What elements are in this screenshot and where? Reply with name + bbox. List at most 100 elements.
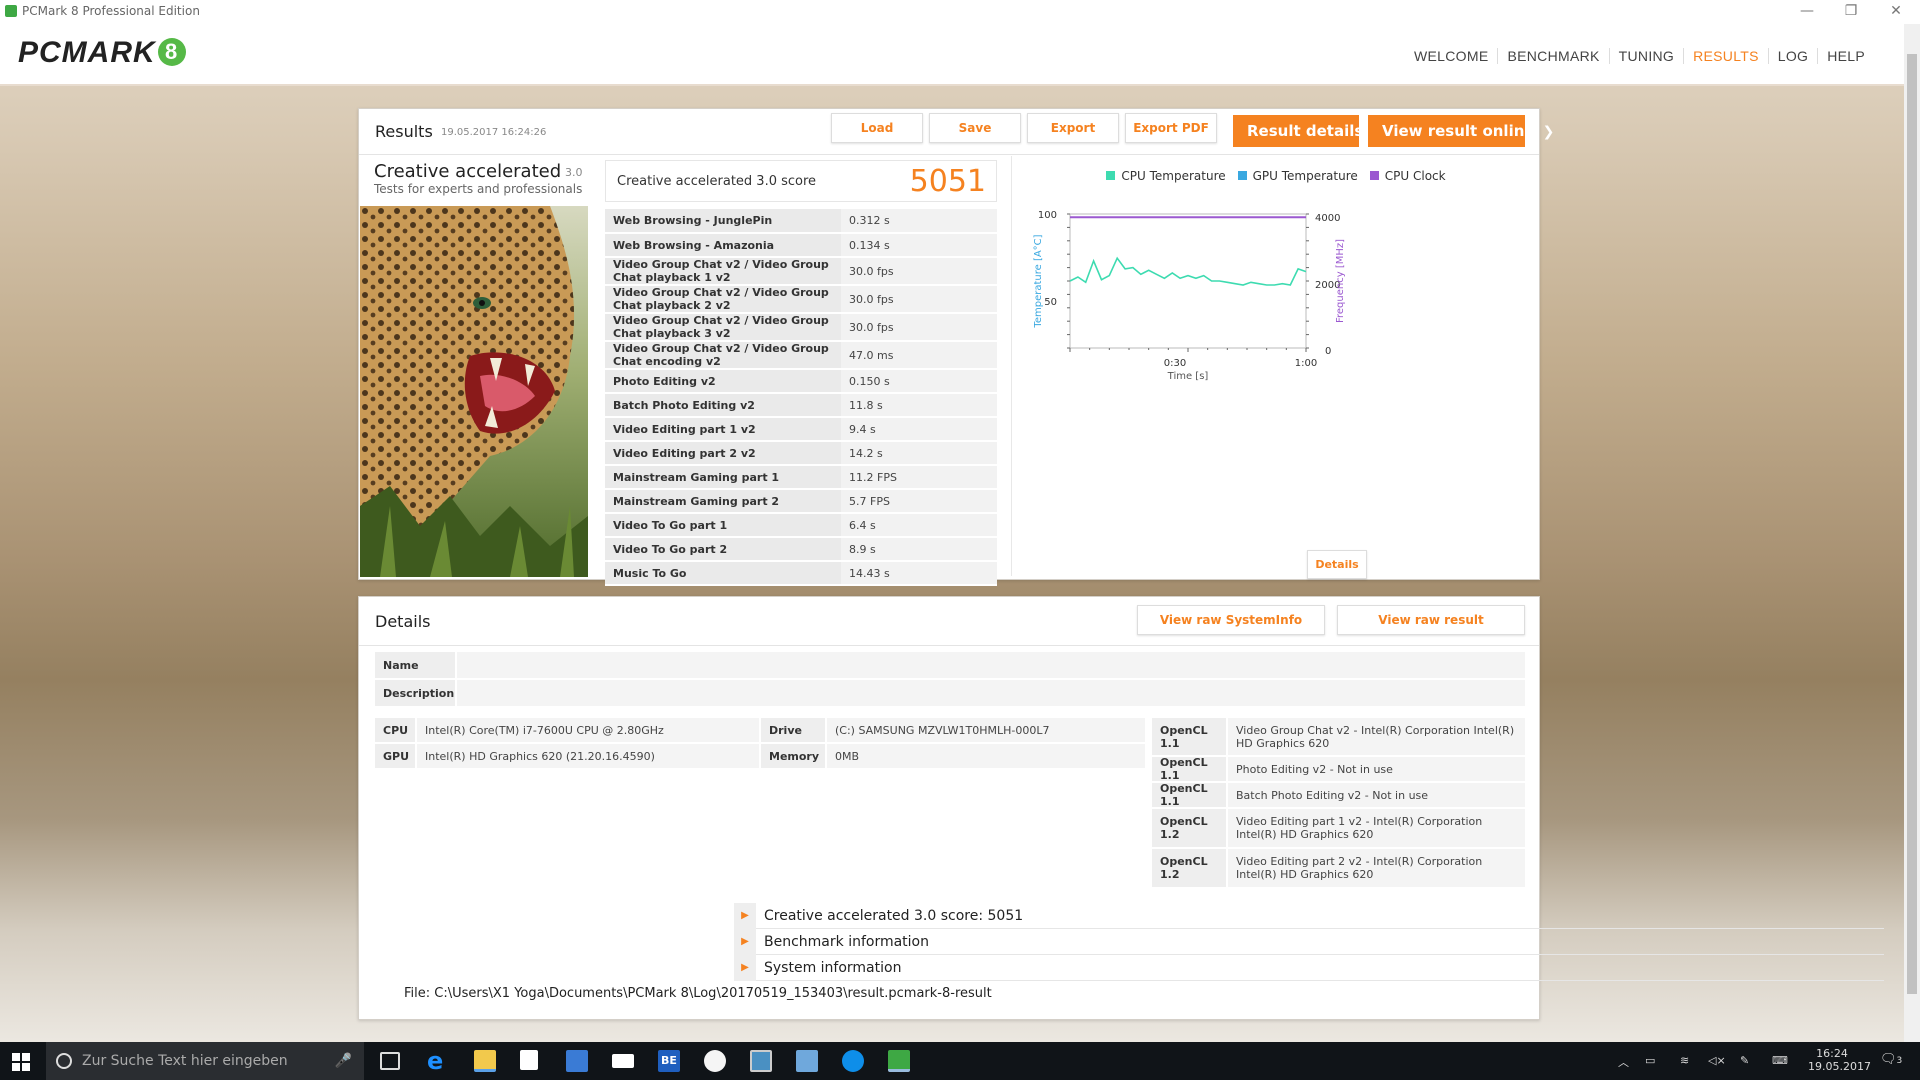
pen-icon[interactable]: ✎: [1740, 1054, 1749, 1067]
test-name-cell: Web Browsing - JunglePin: [605, 209, 841, 234]
table-row: Photo Editing v2 0.150 s: [605, 369, 997, 394]
pcmark-icon[interactable]: [888, 1050, 910, 1072]
test-name-cell: Video Group Chat v2 / Video Group Chat p…: [605, 313, 841, 342]
show-hidden-icons-icon[interactable]: ︿: [1618, 1054, 1629, 1070]
result-details-button[interactable]: Result details❯: [1233, 115, 1383, 147]
mail-icon[interactable]: [612, 1054, 634, 1068]
wifi-icon[interactable]: ≋: [1680, 1054, 1689, 1067]
test-name-cell: Music To Go: [605, 561, 841, 586]
expander-benchmark-information[interactable]: ▶ Benchmark information: [734, 929, 1884, 955]
expand-arrow-icon[interactable]: ▶: [734, 903, 756, 929]
notification-icon[interactable]: 🗨3: [1880, 1052, 1902, 1067]
taskbar-search-input[interactable]: Zur Suche Text hier eingeben 🎤: [46, 1042, 364, 1080]
legend-cpu-clock: CPU Clock: [1369, 169, 1446, 183]
description-value: [457, 680, 1525, 706]
description-label: Description: [375, 680, 455, 706]
details-button[interactable]: Details: [1307, 550, 1367, 579]
test-name: Creative accelerated: [374, 161, 562, 182]
opencl-row: OpenCL 1.1 Batch Photo Editing v2 - Not i…: [1152, 782, 1525, 808]
test-value-cell: 0.134 s: [841, 233, 997, 258]
cpu-value: Intel(R) Core(TM) i7-7600U CPU @ 2.80GHz: [417, 718, 759, 742]
test-name-cell: Video Group Chat v2 / Video Group Chat e…: [605, 341, 841, 370]
keyboard-icon[interactable]: ⌨: [1772, 1054, 1788, 1067]
volume-icon[interactable]: ◁×: [1708, 1054, 1726, 1067]
save-button[interactable]: Save: [929, 113, 1021, 143]
window-title: PCMark 8 Professional Edition: [22, 4, 200, 18]
nav-results[interactable]: RESULTS: [1683, 48, 1768, 64]
monitor-app-icon[interactable]: [750, 1050, 772, 1072]
divider: [359, 154, 1539, 155]
table-row: Video Group Chat v2 / Video Group Chat p…: [605, 257, 997, 286]
y-left-axis-label: Temperature [A°C]: [1033, 234, 1044, 328]
test-name-cell: Video Editing part 2 v2: [605, 441, 841, 466]
test-value-cell: 30.0 fps: [841, 313, 997, 342]
cpu-label: CPU: [375, 718, 415, 742]
legend-cpu-temperature: CPU Temperature: [1106, 169, 1226, 183]
results-table: Web Browsing - JunglePin 0.312 s Web Brows…: [605, 209, 997, 586]
nav-welcome[interactable]: WELCOME: [1405, 48, 1497, 64]
view-raw-result-button[interactable]: View raw result: [1337, 605, 1525, 635]
test-value-cell: 0.150 s: [841, 369, 997, 394]
gpu-label: GPU: [375, 744, 415, 768]
page-scrollbar[interactable]: [1904, 24, 1920, 1042]
opencl-value: Video Group Chat v2 - Intel(R) Corporati…: [1228, 718, 1525, 755]
scrollbar-thumb[interactable]: [1907, 54, 1917, 994]
minimize-button[interactable]: —: [1787, 2, 1827, 20]
opencl-row: OpenCL 1.2 Video Editing part 1 v2 - Inte…: [1152, 809, 1525, 847]
expander-score[interactable]: ▶ Creative accelerated 3.0 score: 5051: [734, 903, 1884, 929]
test-value-cell: 9.4 s: [841, 417, 997, 442]
drive-label: Drive: [761, 718, 825, 742]
plot-area: [1069, 213, 1307, 349]
maximize-button[interactable]: ❐: [1831, 2, 1871, 20]
test-name-cell: Video To Go part 2: [605, 537, 841, 562]
task-view-icon[interactable]: [380, 1052, 400, 1070]
be-app-icon[interactable]: BE: [658, 1050, 680, 1072]
export-button[interactable]: Export: [1027, 113, 1119, 143]
export-pdf-button[interactable]: Export PDF: [1125, 113, 1217, 143]
view-result-online-button[interactable]: View result online ❯: [1368, 115, 1554, 147]
nav-log[interactable]: LOG: [1767, 48, 1817, 64]
table-row: Video Editing part 1 v2 9.4 s: [605, 417, 997, 442]
nav-help[interactable]: HELP: [1817, 48, 1874, 64]
microphone-icon[interactable]: 🎤: [335, 1042, 352, 1080]
opencl-value: Video Editing part 1 v2 - Intel(R) Corpo…: [1228, 809, 1525, 847]
description-row: Description: [375, 680, 1525, 706]
file-explorer-icon[interactable]: [474, 1050, 496, 1072]
nav-tuning[interactable]: TUNING: [1608, 48, 1683, 64]
teamviewer-icon[interactable]: [842, 1050, 864, 1072]
cortana-icon: [56, 1053, 72, 1069]
nav-benchmark[interactable]: BENCHMARK: [1497, 48, 1608, 64]
close-button[interactable]: ✕: [1876, 2, 1916, 20]
opencl-value: Photo Editing v2 - Not in use: [1228, 757, 1525, 781]
name-label: Name: [375, 652, 455, 678]
y-left-tick: 100: [1038, 210, 1057, 221]
load-button[interactable]: Load: [831, 113, 923, 143]
drive-value: (C:) SAMSUNG MZVLW1T0HMLH-000L7: [827, 718, 1145, 742]
edge-icon[interactable]: e: [427, 1049, 449, 1073]
table-row: Music To Go 14.43 s: [605, 561, 997, 586]
test-version: 3.0: [565, 166, 583, 179]
remote-desktop-icon[interactable]: [796, 1050, 818, 1072]
store-icon[interactable]: [520, 1050, 538, 1070]
expand-arrow-icon[interactable]: ▶: [734, 955, 756, 981]
results-title: Results: [375, 122, 433, 141]
score-label: Creative accelerated 3.0 score: [617, 174, 817, 189]
table-row: Web Browsing - JunglePin 0.312 s: [605, 209, 997, 234]
y-right-tick: 4000: [1315, 213, 1340, 224]
paint-icon[interactable]: [704, 1050, 726, 1072]
table-row: Video Group Chat v2 / Video Group Chat p…: [605, 313, 997, 342]
clock[interactable]: 16:24 19.05.2017: [1808, 1047, 1871, 1073]
calculator-icon[interactable]: [566, 1050, 588, 1072]
expander-system-information[interactable]: ▶ System information: [734, 955, 1884, 981]
test-value-cell: 6.4 s: [841, 513, 997, 538]
legend-gpu-temperature: GPU Temperature: [1237, 169, 1358, 183]
windows-start-icon[interactable]: [12, 1053, 30, 1071]
expand-arrow-icon[interactable]: ▶: [734, 929, 756, 955]
score-box: Creative accelerated 3.0 score 5051: [605, 160, 997, 202]
battery-icon[interactable]: ▭: [1645, 1054, 1655, 1067]
y-right-tick: 0: [1325, 346, 1331, 357]
view-raw-systeminfo-button[interactable]: View raw SystemInfo: [1137, 605, 1325, 635]
test-name-cell: Video To Go part 1: [605, 513, 841, 538]
result-file-path: File: C:\Users\X1 Yoga\Documents\PCMark …: [404, 986, 992, 1001]
opencl-label: OpenCL 1.1: [1152, 782, 1226, 808]
